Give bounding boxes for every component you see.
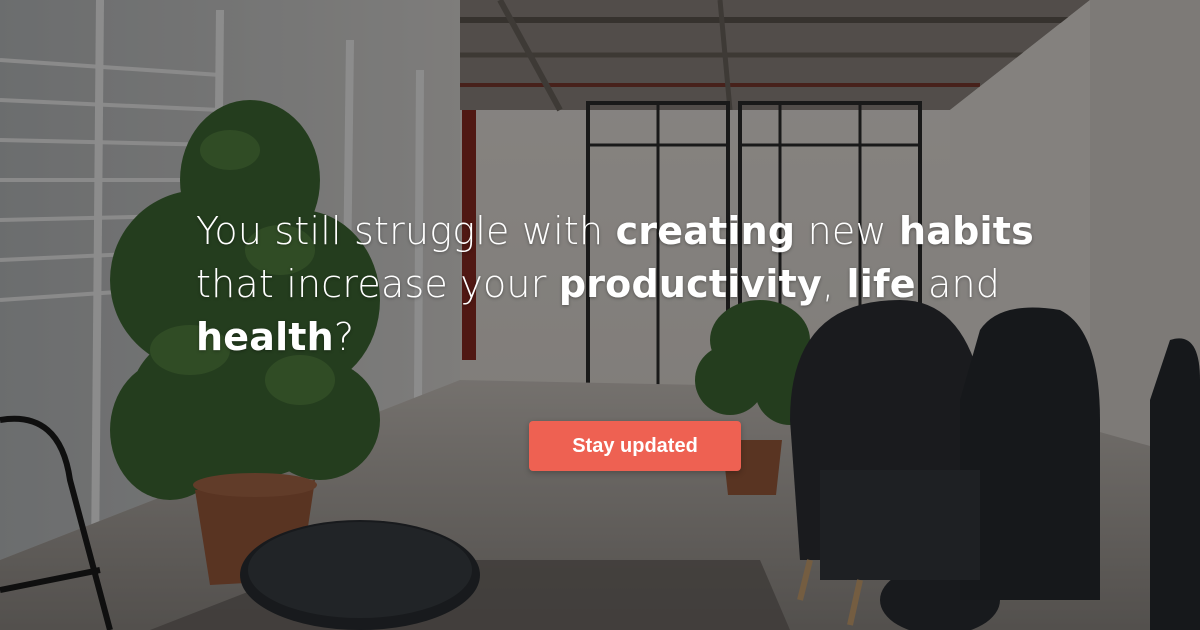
hero-headline: You still struggle with creating new hab… [196, 205, 1076, 364]
headline-emphasis: health [196, 315, 334, 359]
headline-text: new [795, 209, 899, 253]
headline-emphasis: creating [615, 209, 796, 253]
stay-updated-button[interactable]: Stay updated [529, 421, 741, 471]
headline-text: ? [333, 315, 355, 359]
headline-text: , [821, 262, 847, 306]
headline-text: that increase your [196, 262, 559, 306]
hero-banner: You still struggle with creating new hab… [0, 0, 1200, 630]
headline-emphasis: productivity [558, 262, 822, 306]
headline-text: You still struggle with [196, 209, 616, 253]
headline-text: and [915, 262, 1001, 306]
headline-emphasis: life [846, 262, 916, 306]
headline-emphasis: habits [899, 209, 1034, 253]
